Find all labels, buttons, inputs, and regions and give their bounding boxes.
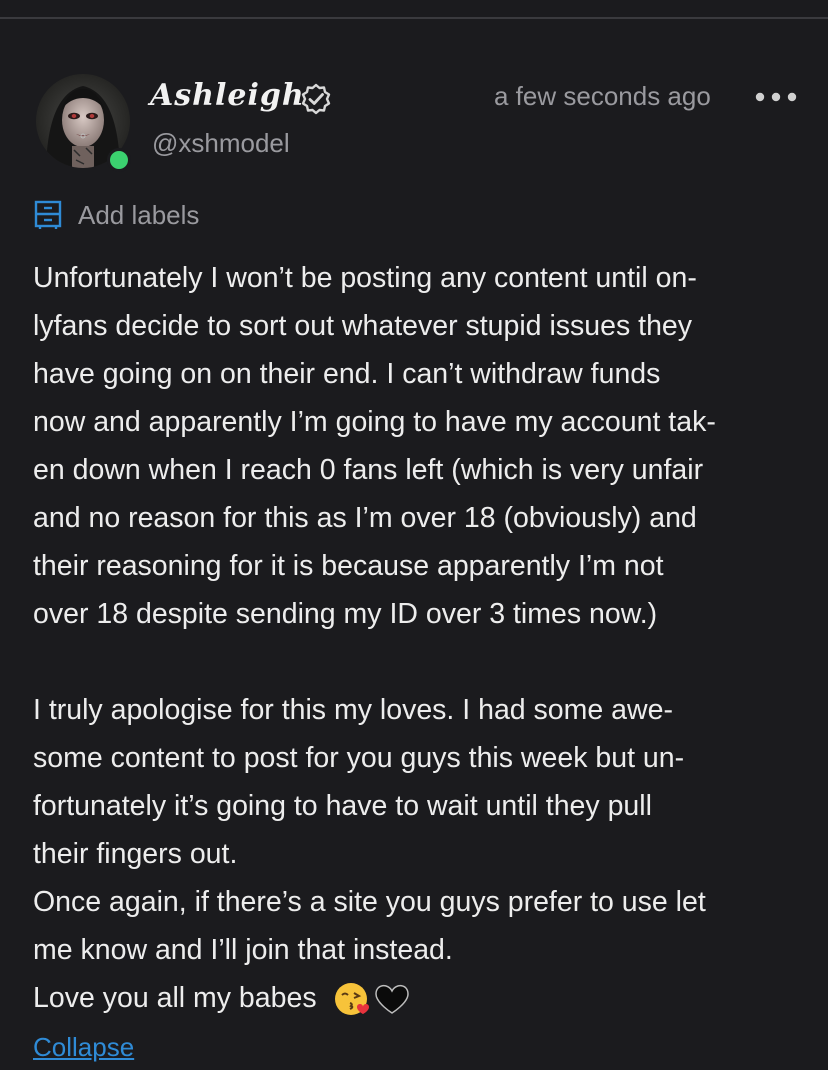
post-body-line: some content to post for you guys this w… [33,742,685,774]
post-body: Unfortunately I won’t be posting any con… [33,254,803,1022]
closing-emojis [325,981,411,1017]
more-options-icon[interactable] [754,85,798,109]
post-body-line: over 18 despite sending my ID over 3 tim… [33,598,658,630]
kissing-heart-emoji-icon [334,983,369,1016]
post-body-line: fortunately it’s going to have to wait u… [33,790,652,822]
post-card: Ashleigh @xshmodel a few seconds ago Add… [0,0,828,1070]
paragraph-break [33,638,803,686]
post-body-line: Once again, if there’s a site you guys p… [33,886,706,918]
post-timestamp: a few seconds ago [494,81,711,111]
post-closing-line: Love you all my babes [33,974,803,1022]
label-drawer-icon [34,200,62,229]
verified-badge-icon [301,83,331,115]
online-status-indicator [107,148,131,172]
post-body-line: and no reason for this as I’m over 18 (o… [33,502,697,534]
add-labels-label: Add labels [78,199,200,230]
post-body-line: now and apparently I’m going to have my … [33,406,716,438]
post-body-line: I truly apologise for this my loves. I h… [33,694,673,726]
author-handle[interactable]: @xshmodel [152,128,290,159]
author-display-name[interactable]: Ashleigh [150,78,305,113]
post-body-line: have going on on their end. I can’t with… [33,358,661,390]
post-body-line: their reasoning for it is because appare… [33,550,664,582]
black-heart-emoji-icon [374,985,409,1015]
post-body-line: me know and I’ll join that instead. [33,934,453,966]
collapse-link[interactable]: Collapse [33,1032,134,1063]
post-body-line: en down when I reach 0 fans left (which … [33,454,704,486]
post-body-line: their fingers out. [33,838,238,870]
add-labels-button[interactable]: Add labels [34,198,199,232]
closing-text: Love you all my babes [33,982,317,1014]
post-body-line: Unfortunately I won’t be posting any con… [33,262,697,294]
post-body-line: lyfans decide to sort out whatever stupi… [33,310,693,342]
